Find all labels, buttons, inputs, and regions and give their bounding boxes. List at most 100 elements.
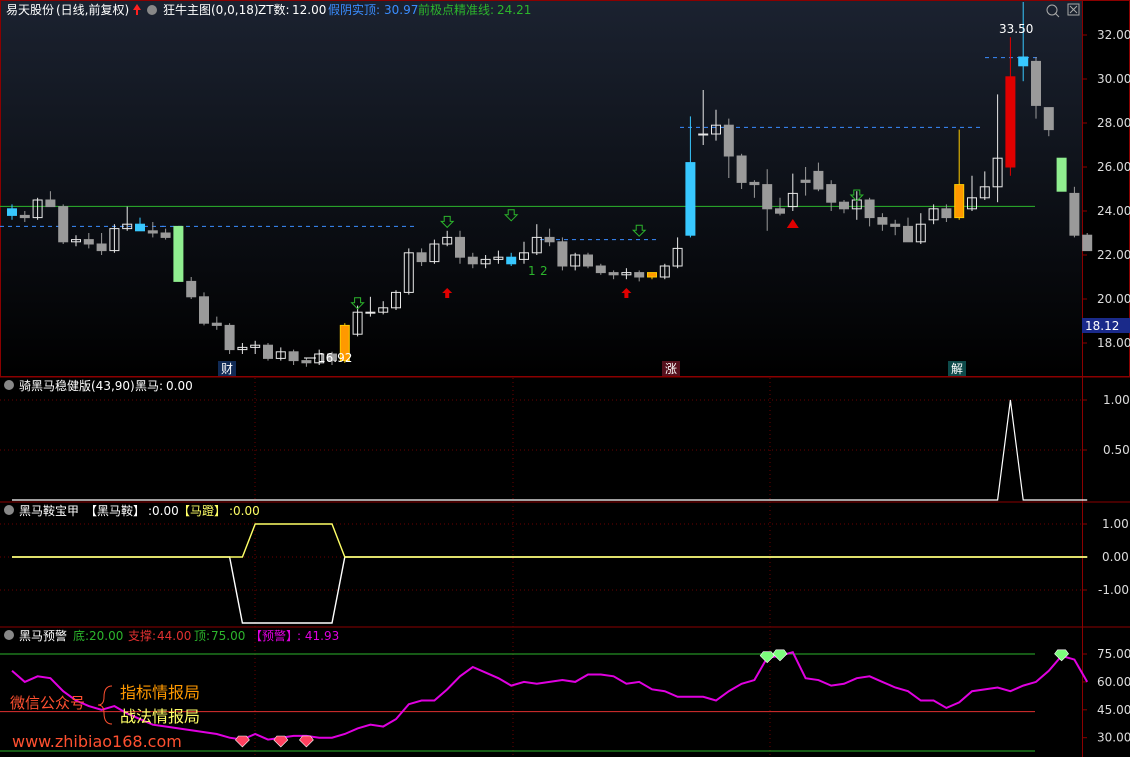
madeng-line — [12, 523, 1088, 558]
candle-body — [749, 181, 760, 186]
candle-body — [1069, 192, 1080, 236]
candle-body — [45, 199, 56, 208]
candle-body — [263, 344, 273, 359]
panel3-v2: :0.00 — [229, 504, 260, 518]
candle-body — [96, 243, 107, 252]
candle-body — [186, 280, 197, 298]
brace-icon — [97, 685, 113, 725]
candle-body — [199, 296, 209, 324]
candle-body — [211, 322, 222, 326]
badge-jie-text: 解 — [951, 362, 963, 376]
watermark-url: www.zhibiao168.com — [12, 732, 182, 751]
dropdown-icon[interactable] — [147, 5, 157, 15]
price-axis: 32.00 30.00 28.00 26.00 24.00 22.00 20.00 18.00 — [1082, 28, 1130, 350]
axis-tick-label: 30.00 — [1097, 72, 1130, 86]
candle-body — [467, 256, 478, 265]
watermark-line1: 指标情报局 — [120, 683, 200, 702]
panel4-t-value: 75.00 — [211, 629, 245, 643]
axis-tick-label: 24.00 — [1097, 204, 1130, 218]
candle-body — [685, 162, 696, 236]
candle-body — [506, 256, 517, 265]
zt-label: ZT数: — [258, 2, 290, 17]
grid-lines — [254, 378, 771, 757]
panel3-f2: 【马蹬】 — [178, 504, 226, 518]
candle-body — [583, 254, 593, 267]
green-diamond-icon — [759, 651, 775, 664]
panel4-dropdown-icon[interactable] — [4, 630, 14, 640]
panel3-title: 黑马鞍宝甲 — [19, 503, 79, 518]
candle-body — [647, 272, 657, 278]
candle-body — [301, 360, 312, 364]
axis-tick-label: 45.00 — [1097, 703, 1130, 717]
candle-body — [160, 232, 171, 238]
candle-body — [288, 351, 299, 362]
wechat-label: 微信公众号 — [10, 694, 85, 712]
low-price-label: 16.92 — [318, 351, 352, 365]
panel2-dropdown-icon[interactable] — [4, 380, 14, 390]
panel2-value: 0.00 — [166, 379, 193, 393]
badge-zhang-text: 涨 — [665, 361, 677, 376]
stock-name: 易天股份 — [6, 3, 54, 17]
candle-body — [1031, 60, 1041, 106]
indicator-name[interactable]: 狂牛主图(0,0,18) — [163, 2, 259, 17]
candle-body — [903, 225, 913, 243]
panel4-b-value: 20.00 — [89, 629, 123, 643]
candle-body — [1082, 234, 1093, 252]
main-panel-background — [1, 1, 1082, 376]
candle-body — [19, 214, 30, 219]
candle-body — [736, 155, 747, 183]
axis-tick-label: 32.00 — [1097, 28, 1130, 42]
candle-body — [557, 241, 568, 267]
watermark-line2: 战法情报局 — [120, 707, 200, 726]
axis-tick-label: 22.00 — [1097, 248, 1130, 262]
axis-tick-label: 60.00 — [1097, 675, 1130, 689]
candle-body — [826, 184, 837, 203]
rise-value: 30.97 — [384, 3, 418, 17]
axis-tick-label: 0.50 — [1103, 443, 1130, 457]
count-2: 2 — [540, 264, 548, 278]
panel4-w-value: : 41.93 — [297, 629, 339, 643]
candle-body — [595, 265, 606, 274]
panel2-field: 黑马: — [135, 379, 163, 393]
axis-tick-label: 1.00 — [1103, 393, 1130, 407]
candle-body — [877, 217, 888, 225]
candle-body — [864, 199, 875, 219]
panel3-dropdown-icon[interactable] — [4, 505, 14, 515]
panel4-title: 黑马预警 — [19, 628, 67, 643]
axis-tick-label: 26.00 — [1097, 160, 1130, 174]
panel4-t-label: 顶: — [194, 629, 210, 643]
candle-body — [698, 133, 709, 136]
anbaojia-panel: 1.00 0.00 -1.00 — [0, 517, 1129, 624]
base-value: 24.21 — [497, 3, 531, 17]
panel4-s-label: 支撑: — [128, 628, 156, 643]
candle-body — [800, 179, 811, 183]
candle-body — [1043, 107, 1054, 131]
candle-body — [544, 236, 555, 243]
period-label: (日线,前复权) — [56, 2, 129, 17]
count-1: 1 — [528, 264, 536, 278]
candle-body — [147, 230, 158, 234]
badge-cai-text: 财 — [221, 362, 233, 376]
panel3-v1: :0.00 — [148, 504, 179, 518]
candle-body — [365, 311, 376, 314]
axis-tick-label: 28.00 — [1097, 116, 1130, 130]
green-diamond-icon — [1054, 649, 1069, 662]
panel4-w-label: 【预警】 — [250, 628, 298, 643]
candle-body — [634, 272, 645, 278]
candle-body — [135, 223, 145, 232]
current-price: 18.12 — [1085, 319, 1119, 333]
axis-tick-label: 30.00 — [1097, 731, 1130, 745]
candle-body — [416, 252, 427, 263]
candle-body — [83, 239, 94, 245]
rise-label: 假阴实顶: — [328, 2, 380, 17]
green-diamond-icon — [772, 649, 788, 662]
chart-canvas: 1.00 0.50 1.00 0.00 -1.00 75.00 60.00 45.00 30… — [0, 0, 1130, 757]
candle-body — [954, 184, 965, 219]
candle-body — [1056, 157, 1067, 192]
candle-body — [762, 184, 773, 210]
candle-body — [890, 223, 901, 227]
candle-body — [1005, 76, 1016, 168]
candle-body — [1018, 56, 1029, 67]
candle-body — [455, 236, 465, 258]
candle-body — [224, 324, 235, 351]
